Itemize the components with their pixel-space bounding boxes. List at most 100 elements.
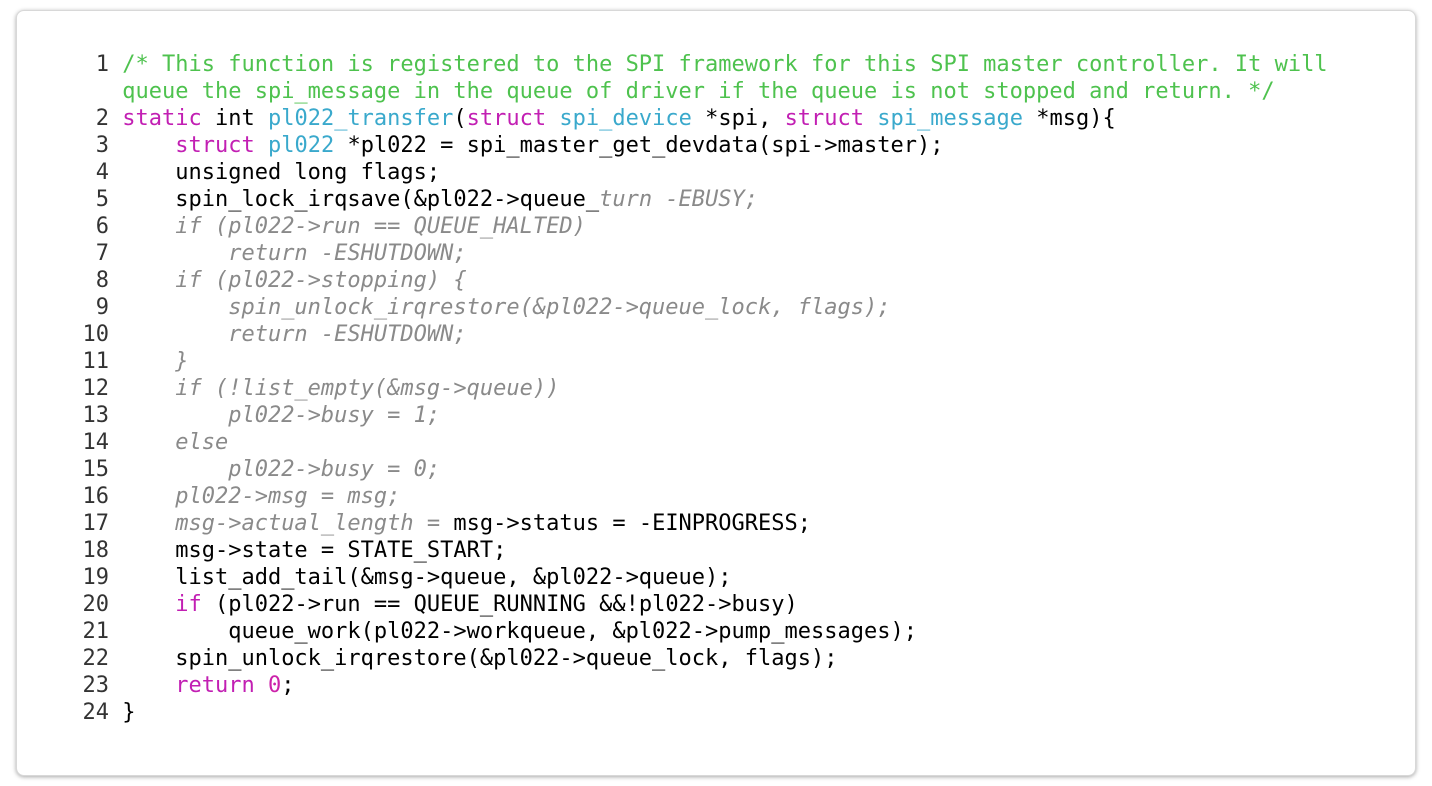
keyword-token: static xyxy=(122,106,202,131)
gutter-space xyxy=(109,456,122,483)
line-number: 14 xyxy=(82,430,110,455)
type-token: spi_message xyxy=(877,106,1023,131)
code-line: 11 } xyxy=(65,348,1328,375)
code-text: msg->actual_length = msg->status = -EINP… xyxy=(122,510,811,537)
code-line: 15 pl022->busy = 0; xyxy=(65,456,1328,483)
keyword-token: struct xyxy=(466,106,547,131)
code-text: queue the spi_message in the queue of dr… xyxy=(122,78,1274,105)
code-text: if (!list_empty(&msg->queue)) xyxy=(122,375,559,402)
comment-token: queue the spi_message in the queue of dr… xyxy=(122,79,1275,104)
faded-code-token: pl022->msg = msg; xyxy=(122,484,401,509)
code-text: /* This function is registered to the SP… xyxy=(122,51,1327,78)
code-token: (pl022->run == QUEUE_RUNNING &&!pl022->b… xyxy=(201,592,798,617)
faded-code-token: pl022->busy = 0; xyxy=(122,457,441,482)
line-number: 8 xyxy=(95,268,109,293)
gutter-space xyxy=(109,132,122,159)
code-token: *spi, xyxy=(691,106,785,131)
code-text: return 0; xyxy=(122,672,294,699)
faded-code-token: pl022->busy = 1; xyxy=(122,403,441,428)
gutter-space xyxy=(109,105,122,132)
code-text: spin_unlock_irqrestore(&pl022->queue_loc… xyxy=(122,645,837,672)
comment-token: /* This function is registered to the SP… xyxy=(122,52,1328,77)
code-text: pl022->busy = 1; xyxy=(122,402,440,429)
gutter-space xyxy=(109,213,122,240)
line-number: 3 xyxy=(95,133,109,158)
code-token: spin_lock_irqsave(&pl022->queue_ xyxy=(122,187,600,212)
line-number: 18 xyxy=(82,538,110,563)
gutter-space xyxy=(109,537,122,564)
line-number: 24 xyxy=(82,700,110,725)
code-token: ( xyxy=(453,106,467,131)
code-text: msg->state = STATE_START; xyxy=(122,537,506,564)
faded-code-token: if (pl022->run == QUEUE_HALTED) xyxy=(122,214,586,239)
code-text: return -ESHUTDOWN; xyxy=(122,321,466,348)
keyword-token: struct xyxy=(784,106,865,131)
code-token: int xyxy=(201,106,268,131)
code-text: static int pl022_transfer(struct spi_dev… xyxy=(122,105,1115,132)
code-line: 16 pl022->msg = msg; xyxy=(65,483,1328,510)
code-text: list_add_tail(&msg->queue, &pl022->queue… xyxy=(122,564,731,591)
gutter-space xyxy=(109,618,122,645)
gutter-space xyxy=(109,672,122,699)
gutter-space xyxy=(109,267,122,294)
code-line: 19 list_add_tail(&msg->queue, &pl022->qu… xyxy=(65,564,1328,591)
code-text: pl022->msg = msg; xyxy=(122,483,400,510)
code-token: msg->status = -EINPROGRESS; xyxy=(453,511,812,536)
code-text: unsigned long flags; xyxy=(122,159,440,186)
code-text: else xyxy=(122,429,228,456)
type-token: pl022_transfer xyxy=(267,106,454,131)
code-line: 10 return -ESHUTDOWN; xyxy=(65,321,1328,348)
faded-code-token: if (pl022->stopping) { xyxy=(122,268,467,293)
line-number: 1 xyxy=(95,52,109,77)
gutter-space xyxy=(109,564,122,591)
code-line: 1 /* This function is registered to the … xyxy=(65,51,1328,78)
line-number: 16 xyxy=(82,484,110,509)
gutter-space xyxy=(109,78,122,105)
code-token: *msg){ xyxy=(1023,106,1116,131)
code-line: 23 return 0; xyxy=(65,672,1328,699)
code-token: unsigned long flags; xyxy=(122,160,441,185)
line-number: 4 xyxy=(95,160,109,185)
code-line: 14 else xyxy=(65,429,1328,456)
code-line: 12 if (!list_empty(&msg->queue)) xyxy=(65,375,1328,402)
gutter-space xyxy=(109,348,122,375)
faded-code-token: return -ESHUTDOWN; xyxy=(122,241,467,266)
gutter-space xyxy=(109,591,122,618)
line-number: 20 xyxy=(82,592,110,617)
code-text: if (pl022->run == QUEUE_HALTED) xyxy=(122,213,586,240)
code-text: } xyxy=(122,348,188,375)
code-panel: 1 /* This function is registered to the … xyxy=(16,10,1416,776)
code-block: 1 /* This function is registered to the … xyxy=(65,51,1328,726)
code-text: struct pl022 *pl022 = spi_master_get_dev… xyxy=(122,132,943,159)
code-token: *pl022 = spi_master_get_devdata(spi->mas… xyxy=(334,133,944,158)
line-number: 22 xyxy=(82,646,110,671)
code-text: spin_unlock_irqrestore(&pl022->queue_loc… xyxy=(122,294,890,321)
line-number: 17 xyxy=(82,511,110,536)
code-line: 20 if (pl022->run == QUEUE_RUNNING &&!pl… xyxy=(65,591,1328,618)
code-line: 5 spin_lock_irqsave(&pl022->queue_turn -… xyxy=(65,186,1328,213)
faded-code-token: turn -EBUSY; xyxy=(599,187,759,212)
code-line: 3 struct pl022 *pl022 = spi_master_get_d… xyxy=(65,132,1328,159)
code-token: msg->state = STATE_START; xyxy=(122,538,507,563)
line-number: 21 xyxy=(82,619,110,644)
line-number: 19 xyxy=(82,565,110,590)
code-line: 22 spin_unlock_irqrestore(&pl022->queue_… xyxy=(65,645,1328,672)
code-line: 24 } xyxy=(65,699,1328,726)
keyword-token: return xyxy=(175,673,255,698)
gutter-space xyxy=(109,240,122,267)
gutter-space xyxy=(109,159,122,186)
gutter-space xyxy=(109,321,122,348)
line-number: 13 xyxy=(82,403,110,428)
faded-code-token: } xyxy=(122,349,189,374)
code-line: 6 if (pl022->run == QUEUE_HALTED) xyxy=(65,213,1328,240)
line-number: 23 xyxy=(82,673,110,698)
code-text: queue_work(pl022->workqueue, &pl022->pum… xyxy=(122,618,917,645)
line-number: 11 xyxy=(82,349,110,374)
gutter-space xyxy=(109,510,122,537)
code-line: 7 return -ESHUTDOWN; xyxy=(65,240,1328,267)
code-line: 8 if (pl022->stopping) { xyxy=(65,267,1328,294)
code-token: list_add_tail(&msg->queue, &pl022->queue… xyxy=(122,565,732,590)
